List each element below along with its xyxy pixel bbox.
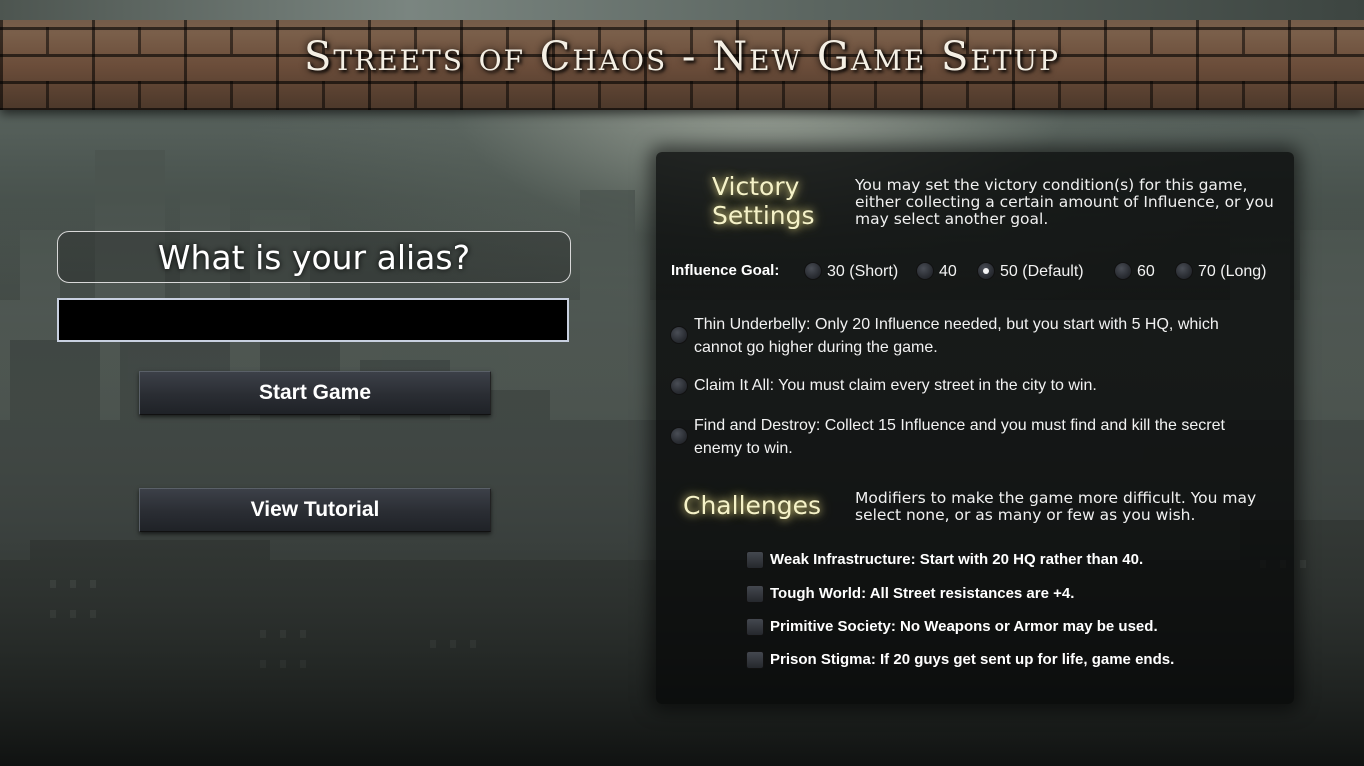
victory-heading-line1: Victory xyxy=(712,172,800,201)
influence-radio-40[interactable] xyxy=(916,262,934,280)
victory-description: You may set the victory condition(s) for… xyxy=(855,176,1274,228)
challenges-heading: Challenges xyxy=(683,491,822,520)
alias-input[interactable] xyxy=(57,298,569,342)
goal-claim-it-all: Claim It All: You must claim every stree… xyxy=(694,374,1274,397)
influence-radio-70[interactable] xyxy=(1175,262,1193,280)
influence-radio-30[interactable] xyxy=(804,262,822,280)
page-title: Streets of Chaos - New Game Setup xyxy=(304,34,1060,80)
influence-option-50-label: 50 (Default) xyxy=(1000,263,1084,280)
challenge-label-prison-stigma: Prison Stigma: If 20 guys get sent up fo… xyxy=(770,651,1175,668)
goal-thin-underbelly-line1: Thin Underbelly: Only 20 Influence neede… xyxy=(694,316,1219,333)
influence-option-40-label: 40 xyxy=(939,263,957,280)
goal-thin-underbelly-line2: cannot go higher during the game. xyxy=(694,339,938,356)
goal-find-and-destroy: Find and Destroy: Collect 15 Influence a… xyxy=(694,414,1274,460)
view-tutorial-button-label: View Tutorial xyxy=(250,498,380,521)
goal-claim-it-all-line1: Claim It All: You must claim every stree… xyxy=(694,377,1097,394)
goal-radio-find-and-destroy[interactable] xyxy=(670,427,688,445)
challenge-checkbox-prison-stigma[interactable] xyxy=(746,651,764,669)
influence-option-70-label: 70 (Long) xyxy=(1198,263,1267,280)
victory-settings-heading: Victory Settings xyxy=(712,172,815,230)
challenge-checkbox-weak-infrastructure[interactable] xyxy=(746,551,764,569)
goal-thin-underbelly: Thin Underbelly: Only 20 Influence neede… xyxy=(694,313,1274,359)
start-game-button[interactable]: Start Game xyxy=(139,371,491,415)
challenge-checkbox-primitive-society[interactable] xyxy=(746,618,764,636)
view-tutorial-button[interactable]: View Tutorial xyxy=(139,488,491,532)
influence-radio-50[interactable] xyxy=(977,262,995,280)
influence-radio-60[interactable] xyxy=(1114,262,1132,280)
goal-radio-thin-underbelly[interactable] xyxy=(670,326,688,344)
challenge-label-tough-world: Tough World: All Street resistances are … xyxy=(770,585,1075,602)
goal-find-and-destroy-line1: Find and Destroy: Collect 15 Influence a… xyxy=(694,417,1225,434)
new-game-setup-screen: Streets of Chaos - New Game Setup What i… xyxy=(0,0,1364,766)
goal-radio-claim-it-all[interactable] xyxy=(670,377,688,395)
victory-heading-line2: Settings xyxy=(712,201,815,230)
alias-label: What is your alias? xyxy=(157,237,471,277)
influence-option-30-label: 30 (Short) xyxy=(827,263,899,280)
challenge-label-weak-infrastructure: Weak Infrastructure: Start with 20 HQ ra… xyxy=(770,551,1144,568)
header-sky-strip xyxy=(0,0,1364,20)
challenge-checkbox-tough-world[interactable] xyxy=(746,585,764,603)
start-game-button-label: Start Game xyxy=(258,381,372,404)
challenge-label-primitive-society: Primitive Society: No Weapons or Armor m… xyxy=(770,618,1158,635)
goal-find-and-destroy-line2: enemy to win. xyxy=(694,440,793,457)
challenges-description: Modifiers to make the game more difficul… xyxy=(855,489,1257,524)
influence-option-60-label: 60 xyxy=(1137,263,1155,280)
alias-label-box: What is your alias? xyxy=(57,231,571,283)
influence-goal-label: Influence Goal: xyxy=(671,262,780,279)
